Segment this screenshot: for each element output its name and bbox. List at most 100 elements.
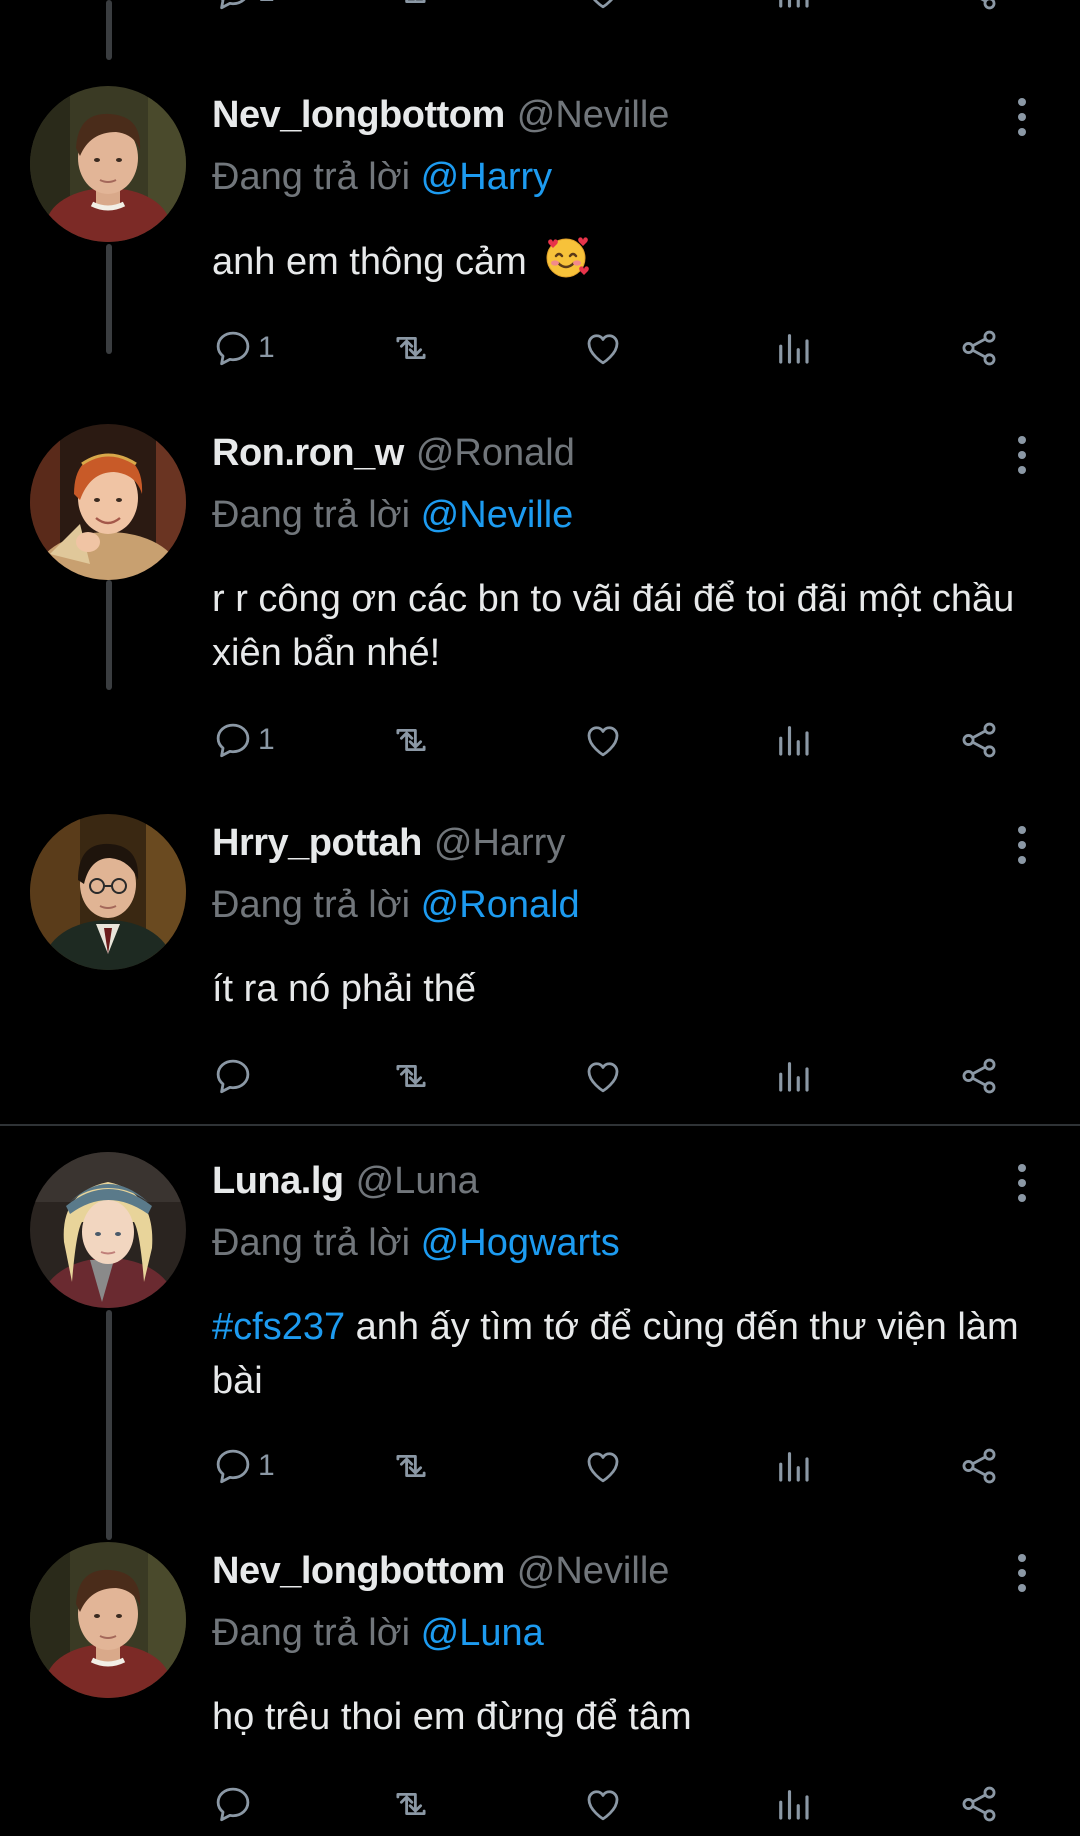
thread-divider (0, 1124, 1080, 1126)
reply-count: 1 (258, 723, 275, 756)
user-handle[interactable]: @Luna (356, 1160, 479, 1203)
thread-line (106, 0, 112, 60)
display-name[interactable]: Nev_longbottom (212, 94, 505, 137)
tweet[interactable]: Nev_longbottom @Neville Đang trả lời @Lu… (0, 1542, 1080, 1836)
ron-avatar[interactable] (30, 424, 186, 580)
retweet-button[interactable] (390, 710, 432, 770)
share-icon (958, 1445, 1000, 1487)
reply-button[interactable]: 1 (212, 710, 275, 770)
harry-avatar[interactable] (30, 814, 186, 970)
tweet-body: ít ra nó phải thế (212, 968, 477, 1010)
tweet-text: ít ra nó phải thế (212, 962, 1052, 1016)
tweet-text: #cfs237 anh ấy tìm tớ để cùng đến thư vi… (212, 1300, 1052, 1408)
share-button[interactable] (958, 1774, 1000, 1834)
like-button[interactable] (582, 318, 624, 378)
reply-count: 1 (258, 0, 275, 9)
replying-to: Đang trả lời @Luna (212, 1612, 544, 1655)
share-button[interactable] (958, 318, 1000, 378)
display-name[interactable]: Luna.lg (212, 1160, 344, 1203)
more-options-icon[interactable] (1012, 826, 1032, 870)
reply-icon (212, 1445, 254, 1487)
mention-link[interactable]: @Hogwarts (421, 1222, 620, 1264)
tweet-text: họ trêu thoi em đừng để tâm (212, 1690, 1052, 1744)
mention-link[interactable]: @Luna (421, 1612, 544, 1654)
tweet-actions-previous: 1 (212, 0, 1012, 22)
tweet[interactable]: Ron.ron_w @Ronald Đang trả lời @Neville … (0, 424, 1080, 764)
retweet-icon (390, 1445, 432, 1487)
hashtag-link[interactable]: #cfs237 (212, 1306, 345, 1348)
tweet-header: Ron.ron_w @Ronald (212, 432, 575, 480)
tweet-actions: 1 (212, 710, 1012, 770)
luna-avatar[interactable] (30, 1152, 186, 1308)
views-button[interactable] (772, 1436, 814, 1496)
more-options-icon[interactable] (1012, 98, 1032, 142)
retweet-button[interactable] (390, 1436, 432, 1496)
user-handle[interactable]: @Neville (517, 1550, 670, 1593)
replying-prefix: Đang trả lời (212, 1612, 411, 1654)
like-button[interactable] (582, 0, 624, 22)
bar-chart-icon (772, 1055, 814, 1097)
replying-to: Đang trả lời @Ronald (212, 884, 580, 927)
retweet-icon (390, 1055, 432, 1097)
share-button[interactable] (958, 710, 1000, 770)
more-options-icon[interactable] (1012, 436, 1032, 480)
tweet[interactable]: Nev_longbottom @Neville Đang trả lời @Ha… (0, 86, 1080, 386)
reply-icon (212, 1055, 254, 1097)
reply-count: 1 (258, 331, 275, 364)
replying-prefix: Đang trả lời (212, 1222, 411, 1264)
views-button[interactable] (772, 0, 814, 22)
retweet-icon (390, 1783, 432, 1825)
mention-link[interactable]: @Harry (421, 156, 552, 198)
tweet-text: anh em thông cảm (212, 234, 1052, 289)
reply-button[interactable] (212, 1046, 258, 1106)
like-button[interactable] (582, 1436, 624, 1496)
user-handle[interactable]: @Neville (517, 94, 670, 137)
tweet-actions: 1 (212, 1436, 1012, 1496)
share-button[interactable] (958, 1436, 1000, 1496)
retweet-icon (390, 719, 432, 761)
reply-icon (212, 719, 254, 761)
tweet[interactable]: Luna.lg @Luna Đang trả lời @Hogwarts #cf… (0, 1152, 1080, 1502)
tweet-actions (212, 1046, 1012, 1106)
bar-chart-icon (772, 327, 814, 369)
replying-prefix: Đang trả lời (212, 884, 411, 926)
reply-count: 1 (258, 1449, 275, 1482)
views-button[interactable] (772, 318, 814, 378)
more-options-icon[interactable] (1012, 1164, 1032, 1208)
share-button[interactable] (958, 1046, 1000, 1106)
views-button[interactable] (772, 1774, 814, 1834)
views-button[interactable] (772, 1046, 814, 1106)
mention-link[interactable]: @Ronald (421, 884, 580, 926)
display-name[interactable]: Hrry_pottah (212, 822, 422, 865)
tweet-header: Nev_longbottom @Neville (212, 1550, 669, 1598)
tweet-body: họ trêu thoi em đừng để tâm (212, 1696, 692, 1738)
share-button[interactable] (958, 0, 1000, 22)
retweet-button[interactable] (390, 1046, 432, 1106)
display-name[interactable]: Ron.ron_w (212, 432, 404, 475)
reply-button[interactable] (212, 1774, 258, 1834)
like-button[interactable] (582, 710, 624, 770)
tweet-body: r r công ơn các bn to vãi đái để toi đãi… (212, 578, 1015, 674)
more-options-icon[interactable] (1012, 1554, 1032, 1598)
reply-button[interactable]: 1 (212, 318, 275, 378)
bar-chart-icon (772, 1783, 814, 1825)
like-button[interactable] (582, 1774, 624, 1834)
user-handle[interactable]: @Ronald (416, 432, 575, 475)
tweet[interactable]: Hrry_pottah @Harry Đang trả lời @Ronald … (0, 814, 1080, 1114)
neville-avatar[interactable] (30, 86, 186, 242)
like-button[interactable] (582, 1046, 624, 1106)
views-button[interactable] (772, 710, 814, 770)
user-handle[interactable]: @Harry (434, 822, 565, 865)
mention-link[interactable]: @Neville (421, 494, 574, 536)
reply-button[interactable]: 1 (212, 1436, 275, 1496)
retweet-button[interactable] (390, 1774, 432, 1834)
reply-button[interactable]: 1 (212, 0, 275, 22)
bar-chart-icon (772, 719, 814, 761)
retweet-icon (390, 0, 432, 13)
retweet-button[interactable] (390, 0, 432, 22)
tweet-header: Hrry_pottah @Harry (212, 822, 565, 870)
neville-avatar[interactable] (30, 1542, 186, 1698)
display-name[interactable]: Nev_longbottom (212, 1550, 505, 1593)
retweet-button[interactable] (390, 318, 432, 378)
heart-icon (582, 0, 624, 13)
